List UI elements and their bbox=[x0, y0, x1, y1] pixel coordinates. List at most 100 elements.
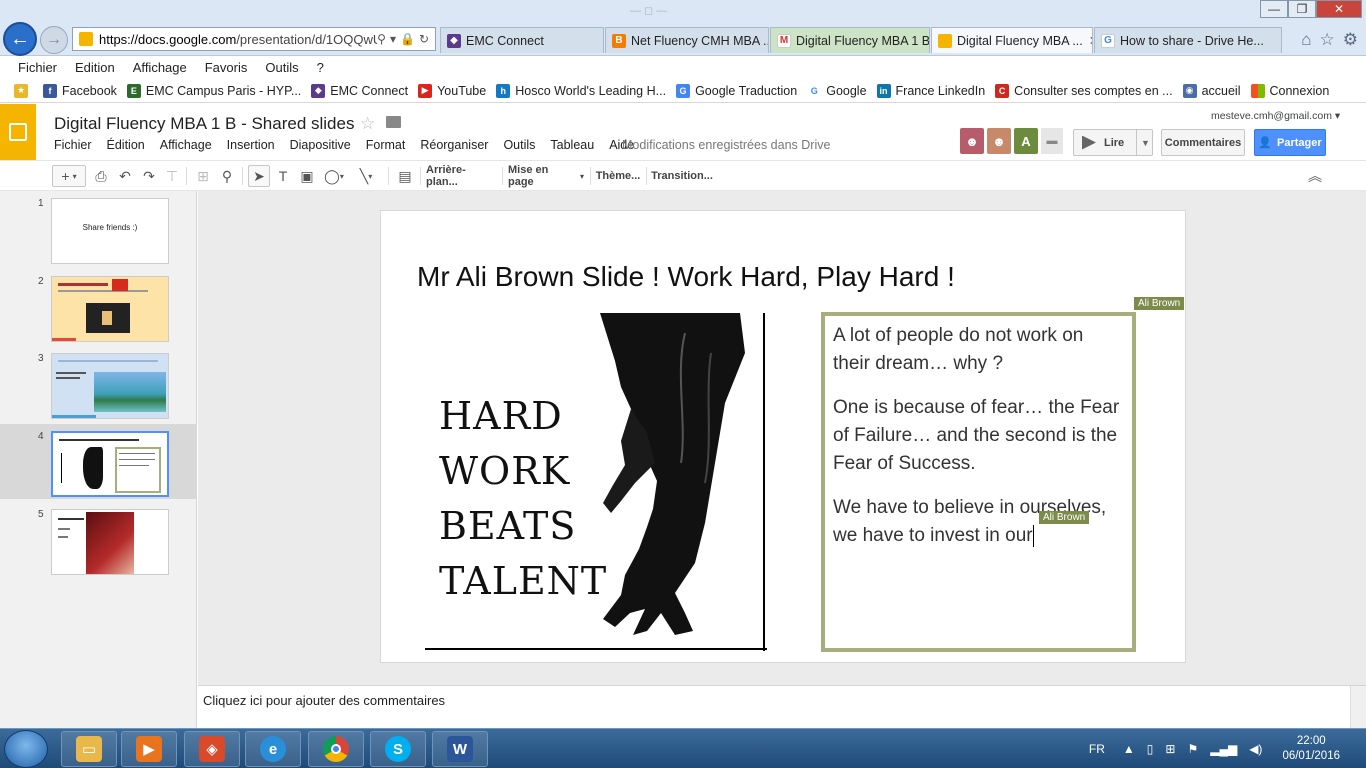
favorites-star-icon[interactable]: ☆ bbox=[1320, 30, 1335, 50]
print-icon[interactable]: ⎙ bbox=[92, 165, 110, 187]
new-slide-button[interactable]: + ▾ bbox=[52, 165, 86, 187]
docs-menu-affichage[interactable]: Affichage bbox=[160, 138, 212, 152]
close-window-button[interactable]: ✕ bbox=[1316, 0, 1362, 18]
address-bar[interactable]: https://docs.google.com/presentation/d/1… bbox=[72, 27, 436, 51]
menu-help[interactable]: ? bbox=[317, 60, 324, 75]
docs-menu-outils[interactable]: Outils bbox=[503, 138, 535, 152]
tab-digital-fluency-slides[interactable]: Digital Fluency MBA ... ✕ bbox=[931, 27, 1093, 53]
slide-thumbnail-3[interactable]: 3 bbox=[0, 346, 197, 421]
comment-icon[interactable]: ▤ bbox=[396, 165, 414, 187]
present-options-chevron-down-icon[interactable]: ▼ bbox=[1136, 129, 1154, 156]
slide-thumbnail-2[interactable]: 2 bbox=[0, 269, 197, 344]
back-button[interactable]: ← bbox=[3, 22, 37, 56]
tab-net-fluency[interactable]: B Net Fluency CMH MBA ... bbox=[605, 27, 769, 53]
tab-emc-connect[interactable]: ◆ EMC Connect bbox=[440, 27, 604, 53]
select-cursor-icon[interactable]: ➤ bbox=[248, 165, 270, 187]
bookmark-connexion[interactable]: Connexion bbox=[1250, 83, 1329, 98]
close-tab-icon[interactable]: ✕ bbox=[1089, 33, 1092, 48]
show-hidden-icons-icon[interactable]: ▲ bbox=[1123, 742, 1135, 756]
bookmark-hosco[interactable]: h Hosco World's Leading H... bbox=[496, 83, 666, 98]
bookmark-comptes[interactable]: C Consulter ses comptes en ... bbox=[995, 83, 1173, 98]
account-email[interactable]: mesteve.cmh@gmail.com ▾ bbox=[1211, 110, 1340, 122]
theme-button[interactable]: Thème... bbox=[596, 165, 641, 187]
minimize-button[interactable]: — bbox=[1260, 0, 1288, 18]
taskbar-skype[interactable]: S bbox=[370, 731, 426, 767]
docs-menu-edition[interactable]: Édition bbox=[107, 138, 145, 152]
shape-icon[interactable]: ◯ ▾ bbox=[320, 165, 348, 187]
menu-favoris[interactable]: Favoris bbox=[205, 60, 248, 75]
bookmark-accueil[interactable]: ◉ accueil bbox=[1182, 83, 1241, 98]
taskbar-media-player[interactable]: ▶ bbox=[121, 731, 177, 767]
paint-format-icon[interactable]: ⊤ bbox=[163, 165, 181, 187]
bookmark-youtube[interactable]: ▶ YouTube bbox=[418, 83, 486, 98]
menu-affichage[interactable]: Affichage bbox=[133, 60, 187, 75]
slides-logo-icon[interactable] bbox=[0, 104, 36, 160]
bookmark-facebook[interactable]: f Facebook bbox=[43, 83, 117, 98]
share-button[interactable]: 👤 Partager bbox=[1254, 129, 1326, 156]
image-icon[interactable]: ▣ bbox=[298, 165, 316, 187]
search-icon[interactable]: ⚲ bbox=[377, 32, 386, 46]
docs-menu-insertion[interactable]: Insertion bbox=[227, 138, 275, 152]
bookmark-add-favorite[interactable]: ★ bbox=[14, 83, 33, 98]
tab-drive-help[interactable]: G How to share - Drive He... bbox=[1094, 27, 1282, 53]
layout-button[interactable]: Mise en page ▾ bbox=[508, 164, 584, 188]
taskbar-chrome[interactable] bbox=[308, 731, 364, 767]
refresh-icon[interactable]: ↻ bbox=[419, 32, 429, 46]
hard-work-beats-talent-image[interactable]: HARD WORK BEATS TALENT bbox=[425, 313, 767, 651]
bookmark-google-traduction[interactable]: G Google Traduction bbox=[676, 83, 797, 98]
bookmark-emc-campus[interactable]: E EMC Campus Paris - HYP... bbox=[126, 83, 301, 98]
home-icon[interactable]: ⌂ bbox=[1301, 30, 1311, 50]
docs-menu-format[interactable]: Format bbox=[366, 138, 406, 152]
folder-icon[interactable] bbox=[386, 116, 401, 128]
tab-gmail-digital-fluency[interactable]: M Digital Fluency MBA 1 B... bbox=[770, 27, 930, 53]
avatar[interactable]: ☻ bbox=[960, 128, 984, 154]
transition-button[interactable]: Transition... bbox=[651, 165, 713, 187]
settings-gear-icon[interactable]: ⚙ bbox=[1343, 30, 1358, 50]
slide-thumbnail-4[interactable]: 4 bbox=[0, 424, 197, 499]
star-icon[interactable]: ☆ bbox=[360, 114, 375, 134]
bookmark-linkedin[interactable]: in France LinkedIn bbox=[876, 83, 985, 98]
taskbar-explorer[interactable]: ▭ bbox=[61, 731, 117, 767]
text-box-icon[interactable]: T bbox=[274, 165, 292, 187]
docs-menu-fichier[interactable]: Fichier bbox=[54, 138, 92, 152]
line-icon[interactable]: ╲ ▾ bbox=[352, 165, 380, 187]
clock[interactable]: 22:00 06/01/2016 bbox=[1282, 734, 1340, 764]
menu-outils[interactable]: Outils bbox=[265, 60, 298, 75]
comments-button[interactable]: Commentaires bbox=[1161, 129, 1245, 156]
signal-icon[interactable]: ▂▄▆ bbox=[1210, 742, 1237, 756]
taskbar-store[interactable]: ◈ bbox=[184, 731, 240, 767]
slide-thumbnail-5[interactable]: 5 bbox=[0, 502, 197, 577]
slide-thumbnail-1[interactable]: 1 Share friends :) bbox=[0, 191, 197, 266]
chat-icon[interactable]: ▬ bbox=[1041, 128, 1063, 154]
docs-menu-diapositive[interactable]: Diapositive bbox=[290, 138, 351, 152]
slide-title[interactable]: Mr Ali Brown Slide ! Work Hard, Play Har… bbox=[417, 261, 955, 293]
taskbar-word[interactable]: W bbox=[432, 731, 488, 767]
battery-icon[interactable]: ▯ bbox=[1147, 742, 1154, 756]
bookmark-emc-connect[interactable]: ◆ EMC Connect bbox=[311, 83, 408, 98]
avatar[interactable]: ☻ bbox=[987, 128, 1011, 154]
docs-menu-reorganiser[interactable]: Réorganiser bbox=[420, 138, 488, 152]
slide-text-box[interactable]: A lot of people do not work on their dre… bbox=[821, 312, 1136, 652]
current-slide[interactable]: Mr Ali Brown Slide ! Work Hard, Play Har… bbox=[380, 210, 1186, 663]
maximize-button[interactable]: ❐ bbox=[1288, 0, 1316, 18]
taskbar-internet-explorer[interactable]: e bbox=[245, 731, 301, 767]
dropdown-icon[interactable]: ▾ bbox=[390, 32, 396, 46]
forward-button[interactable]: → bbox=[40, 26, 68, 54]
notes-scrollbar[interactable] bbox=[1350, 686, 1366, 728]
lock-icon[interactable]: 🔒 bbox=[400, 32, 415, 46]
background-button[interactable]: Arrière-plan... bbox=[426, 164, 496, 188]
collapse-chevron-up-icon[interactable]: ︽ bbox=[1306, 165, 1324, 187]
menu-fichier[interactable]: Fichier bbox=[18, 60, 57, 75]
zoom-icon[interactable]: ⚲ bbox=[218, 165, 236, 187]
volume-icon[interactable]: ◀) bbox=[1249, 742, 1262, 756]
bookmark-google[interactable]: G Google bbox=[807, 83, 867, 98]
zoom-fit-icon[interactable]: ⊞ bbox=[194, 165, 212, 187]
undo-icon[interactable]: ↶ bbox=[116, 165, 134, 187]
action-center-flag-icon[interactable]: ⚑ bbox=[1187, 742, 1198, 756]
docs-menu-tableau[interactable]: Tableau bbox=[550, 138, 594, 152]
menu-edition[interactable]: Edition bbox=[75, 60, 115, 75]
windows-icon[interactable]: ⊞ bbox=[1165, 742, 1175, 756]
document-title[interactable]: Digital Fluency MBA 1 B - Shared slides bbox=[54, 114, 354, 134]
windows-start-icon[interactable] bbox=[4, 730, 48, 768]
save-status[interactable]: Modifications enregistrées dans Drive bbox=[622, 138, 830, 152]
